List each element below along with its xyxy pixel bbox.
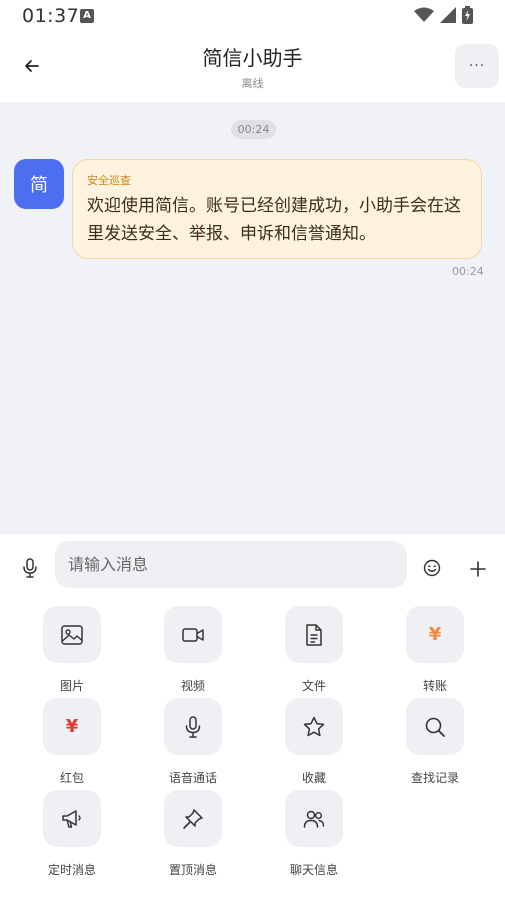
star-icon	[303, 716, 325, 736]
microphone-icon	[185, 715, 201, 738]
wifi-icon	[414, 7, 434, 22]
message-bubble[interactable]: 安全巡查 欢迎使用简信。账号已经创建成功，小助手会在这里发送安全、举报、申诉和信…	[72, 159, 482, 259]
tool-label: 定时消息	[47, 863, 96, 877]
voice-input-button[interactable]	[18, 556, 42, 580]
emoji-button[interactable]	[422, 558, 442, 578]
tool-chat-info[interactable]: 聊天信息	[264, 782, 364, 877]
tool-label: 置顶消息	[168, 863, 217, 877]
notification-icon: A	[80, 9, 94, 23]
chat-header: 简信小助手 离线 ···	[0, 32, 505, 102]
message-list[interactable]: 00:24 简 安全巡查 欢迎使用简信。账号已经创建成功，小助手会在这里发送安全…	[0, 102, 505, 534]
battery-icon	[462, 6, 473, 24]
tool-search-history[interactable]: 查找记录	[385, 690, 485, 785]
avatar[interactable]: 简	[14, 159, 64, 209]
tool-favorites[interactable]: 收藏	[264, 690, 364, 785]
signal-icon	[440, 7, 456, 23]
people-icon	[303, 810, 325, 828]
red-packet-icon: ¥	[65, 716, 79, 737]
search-icon	[425, 717, 445, 737]
composer	[0, 534, 505, 598]
tool-voice-call[interactable]: 语音通话	[143, 690, 243, 785]
tool-panel: 图片 视频 文件 ¥ 转账 ¥ 红包 语音通话 收藏 查找记录 定时消息 置顶消…	[0, 598, 505, 897]
yen-icon: ¥	[428, 624, 442, 645]
time-divider: 00:24	[231, 120, 276, 139]
video-icon	[182, 627, 204, 642]
message-tag: 安全巡查	[87, 174, 131, 187]
image-icon	[61, 624, 83, 645]
megaphone-icon	[62, 809, 81, 828]
tool-red-packet[interactable]: ¥ 红包	[22, 690, 122, 785]
message-input[interactable]	[55, 541, 407, 588]
message-text: 欢迎使用简信。账号已经创建成功，小助手会在这里发送安全、举报、申诉和信誉通知。	[87, 196, 461, 244]
status-icons	[414, 6, 473, 24]
emoji-icon	[423, 559, 441, 577]
pin-icon	[183, 808, 203, 829]
tool-label: 聊天信息	[289, 863, 338, 877]
tool-video[interactable]: 视频	[143, 598, 243, 693]
status-bar: 01:37 A	[0, 0, 505, 32]
tool-label: 查找记录	[410, 771, 459, 785]
file-icon	[306, 623, 322, 646]
more-button[interactable]: ···	[455, 44, 499, 88]
add-button[interactable]	[466, 557, 490, 581]
tool-pinned-message[interactable]: 置顶消息	[143, 782, 243, 877]
message-time: 00:24	[452, 265, 484, 278]
tool-transfer[interactable]: ¥ 转账	[385, 598, 485, 693]
tool-image[interactable]: 图片	[22, 598, 122, 693]
microphone-icon	[23, 558, 37, 578]
plus-icon	[470, 561, 486, 577]
tool-file[interactable]: 文件	[264, 598, 364, 693]
tool-scheduled-message[interactable]: 定时消息	[22, 782, 122, 877]
status-time: 01:37	[22, 5, 80, 27]
chat-status: 离线	[241, 77, 264, 90]
chat-title: 简信小助手	[202, 46, 303, 70]
